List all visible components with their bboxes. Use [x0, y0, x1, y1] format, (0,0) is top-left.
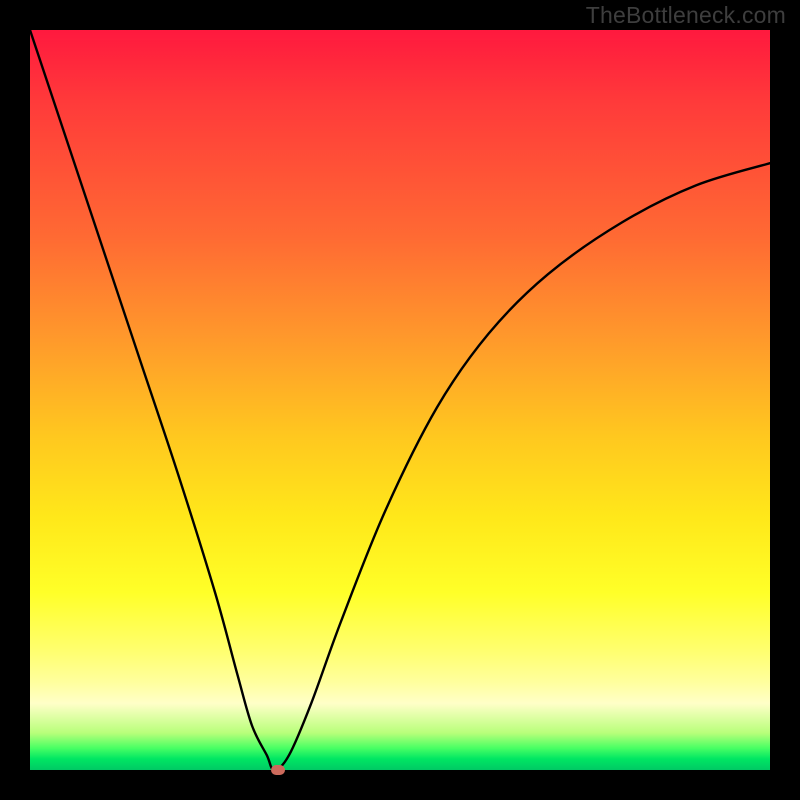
watermark-text: TheBottleneck.com	[586, 2, 786, 29]
plot-area	[30, 30, 770, 770]
bottleneck-curve	[30, 30, 770, 770]
optimum-marker	[271, 765, 285, 775]
chart-frame: TheBottleneck.com	[0, 0, 800, 800]
curve-svg	[30, 30, 770, 770]
